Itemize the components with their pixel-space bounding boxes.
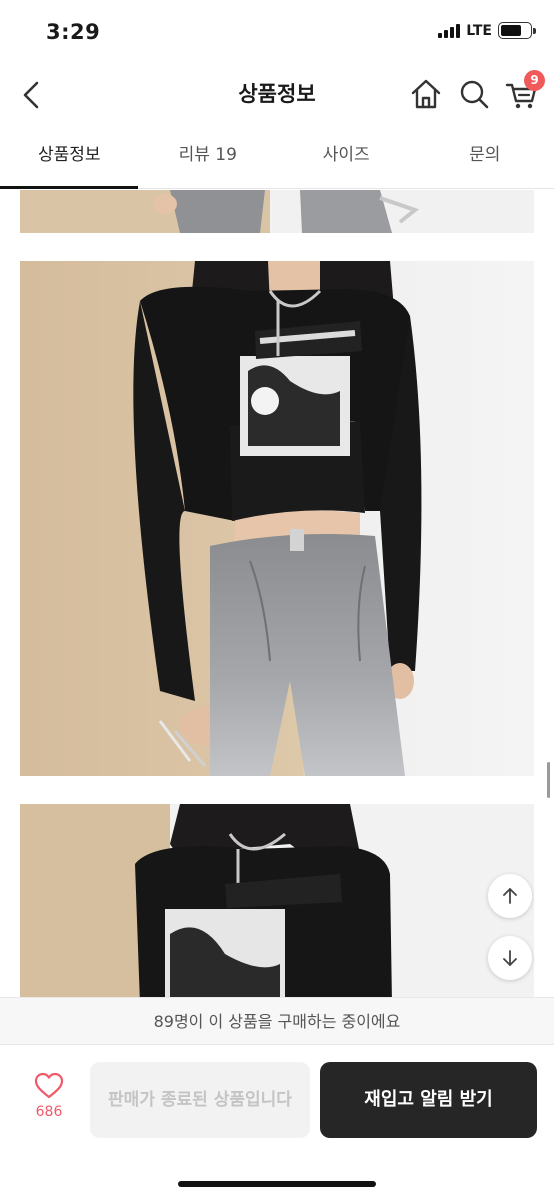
tab-inquiry[interactable]: 문의	[416, 128, 554, 188]
battery-level	[501, 25, 521, 36]
scroll-to-top-button[interactable]	[488, 874, 532, 918]
signal-icon	[438, 23, 461, 38]
heart-icon	[34, 1072, 64, 1099]
product-image	[20, 190, 534, 233]
bottom-action-bar: 686 판매가 종료된 상품입니다 재입고 알림 받기	[0, 1046, 554, 1200]
app-header: 상품정보	[0, 62, 554, 128]
sold-out-button: 판매가 종료된 상품입니다	[90, 1062, 310, 1138]
like-count: 686	[35, 1104, 63, 1120]
product-image	[20, 261, 534, 776]
arrow-up-icon	[503, 888, 517, 904]
home-icon	[411, 79, 441, 109]
arrow-down-icon	[503, 950, 517, 966]
search-button[interactable]	[456, 76, 492, 112]
status-indicators: LTE	[438, 22, 536, 39]
scroll-to-bottom-button[interactable]	[488, 936, 532, 980]
home-button[interactable]	[408, 76, 444, 112]
battery-icon	[498, 22, 536, 39]
purchase-notice: 89명이 이 상품을 구매하는 중이에요	[0, 997, 554, 1045]
network-type: LTE	[466, 22, 492, 39]
tab-reviews[interactable]: 리뷰 19	[139, 128, 278, 188]
search-icon	[460, 80, 489, 109]
product-image	[20, 804, 534, 997]
cart-count-badge: 9	[524, 70, 545, 91]
tab-size[interactable]: 사이즈	[277, 128, 416, 188]
like-button[interactable]: 686	[28, 1072, 70, 1128]
home-indicator	[178, 1181, 376, 1187]
product-tabs: 상품정보 리뷰 19 사이즈 문의	[0, 128, 554, 189]
tab-product-info[interactable]: 상품정보	[0, 128, 139, 188]
restock-notification-button[interactable]: 재입고 알림 받기	[320, 1062, 537, 1138]
product-detail-content	[0, 190, 554, 997]
scroll-indicator	[547, 762, 550, 798]
status-bar: 3:29 LTE	[0, 0, 554, 62]
status-time: 3:29	[46, 20, 101, 44]
active-tab-indicator	[0, 186, 138, 189]
